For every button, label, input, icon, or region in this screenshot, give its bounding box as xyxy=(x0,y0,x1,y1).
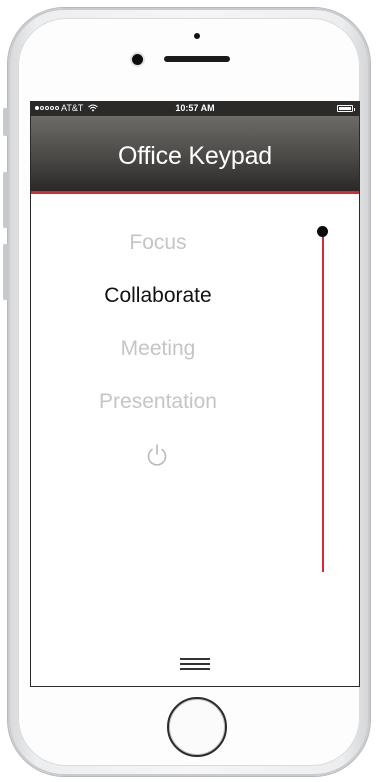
battery-full-icon xyxy=(337,105,355,112)
header-bar: Office Keypad xyxy=(31,116,359,194)
scene-item-collaborate[interactable]: Collaborate xyxy=(31,269,285,322)
hamburger-menu-icon[interactable] xyxy=(180,656,210,672)
status-bar: AT&T 10:57 AM xyxy=(31,102,359,116)
scene-item-meeting[interactable]: Meeting xyxy=(31,322,285,375)
side-button-mute xyxy=(3,108,8,136)
proximity-sensor xyxy=(194,33,200,39)
app-screen: AT&T 10:57 AM Office Keypad Focus Collab… xyxy=(30,101,360,687)
slider-track xyxy=(322,232,324,572)
side-button-volume-up xyxy=(3,172,8,228)
earpiece-speaker xyxy=(164,56,230,62)
slider-knob[interactable] xyxy=(317,226,328,237)
power-icon xyxy=(147,444,167,466)
status-time: 10:57 AM xyxy=(175,103,215,113)
power-button[interactable] xyxy=(145,442,169,468)
side-button-volume-down xyxy=(3,244,8,300)
level-slider[interactable] xyxy=(315,226,329,576)
scene-list: Focus Collaborate Meeting Presentation xyxy=(31,216,285,428)
page-title: Office Keypad xyxy=(118,142,272,170)
scene-item-presentation[interactable]: Presentation xyxy=(31,375,285,428)
home-button[interactable] xyxy=(167,697,227,757)
front-camera xyxy=(132,54,143,65)
scene-item-focus[interactable]: Focus xyxy=(31,216,285,269)
